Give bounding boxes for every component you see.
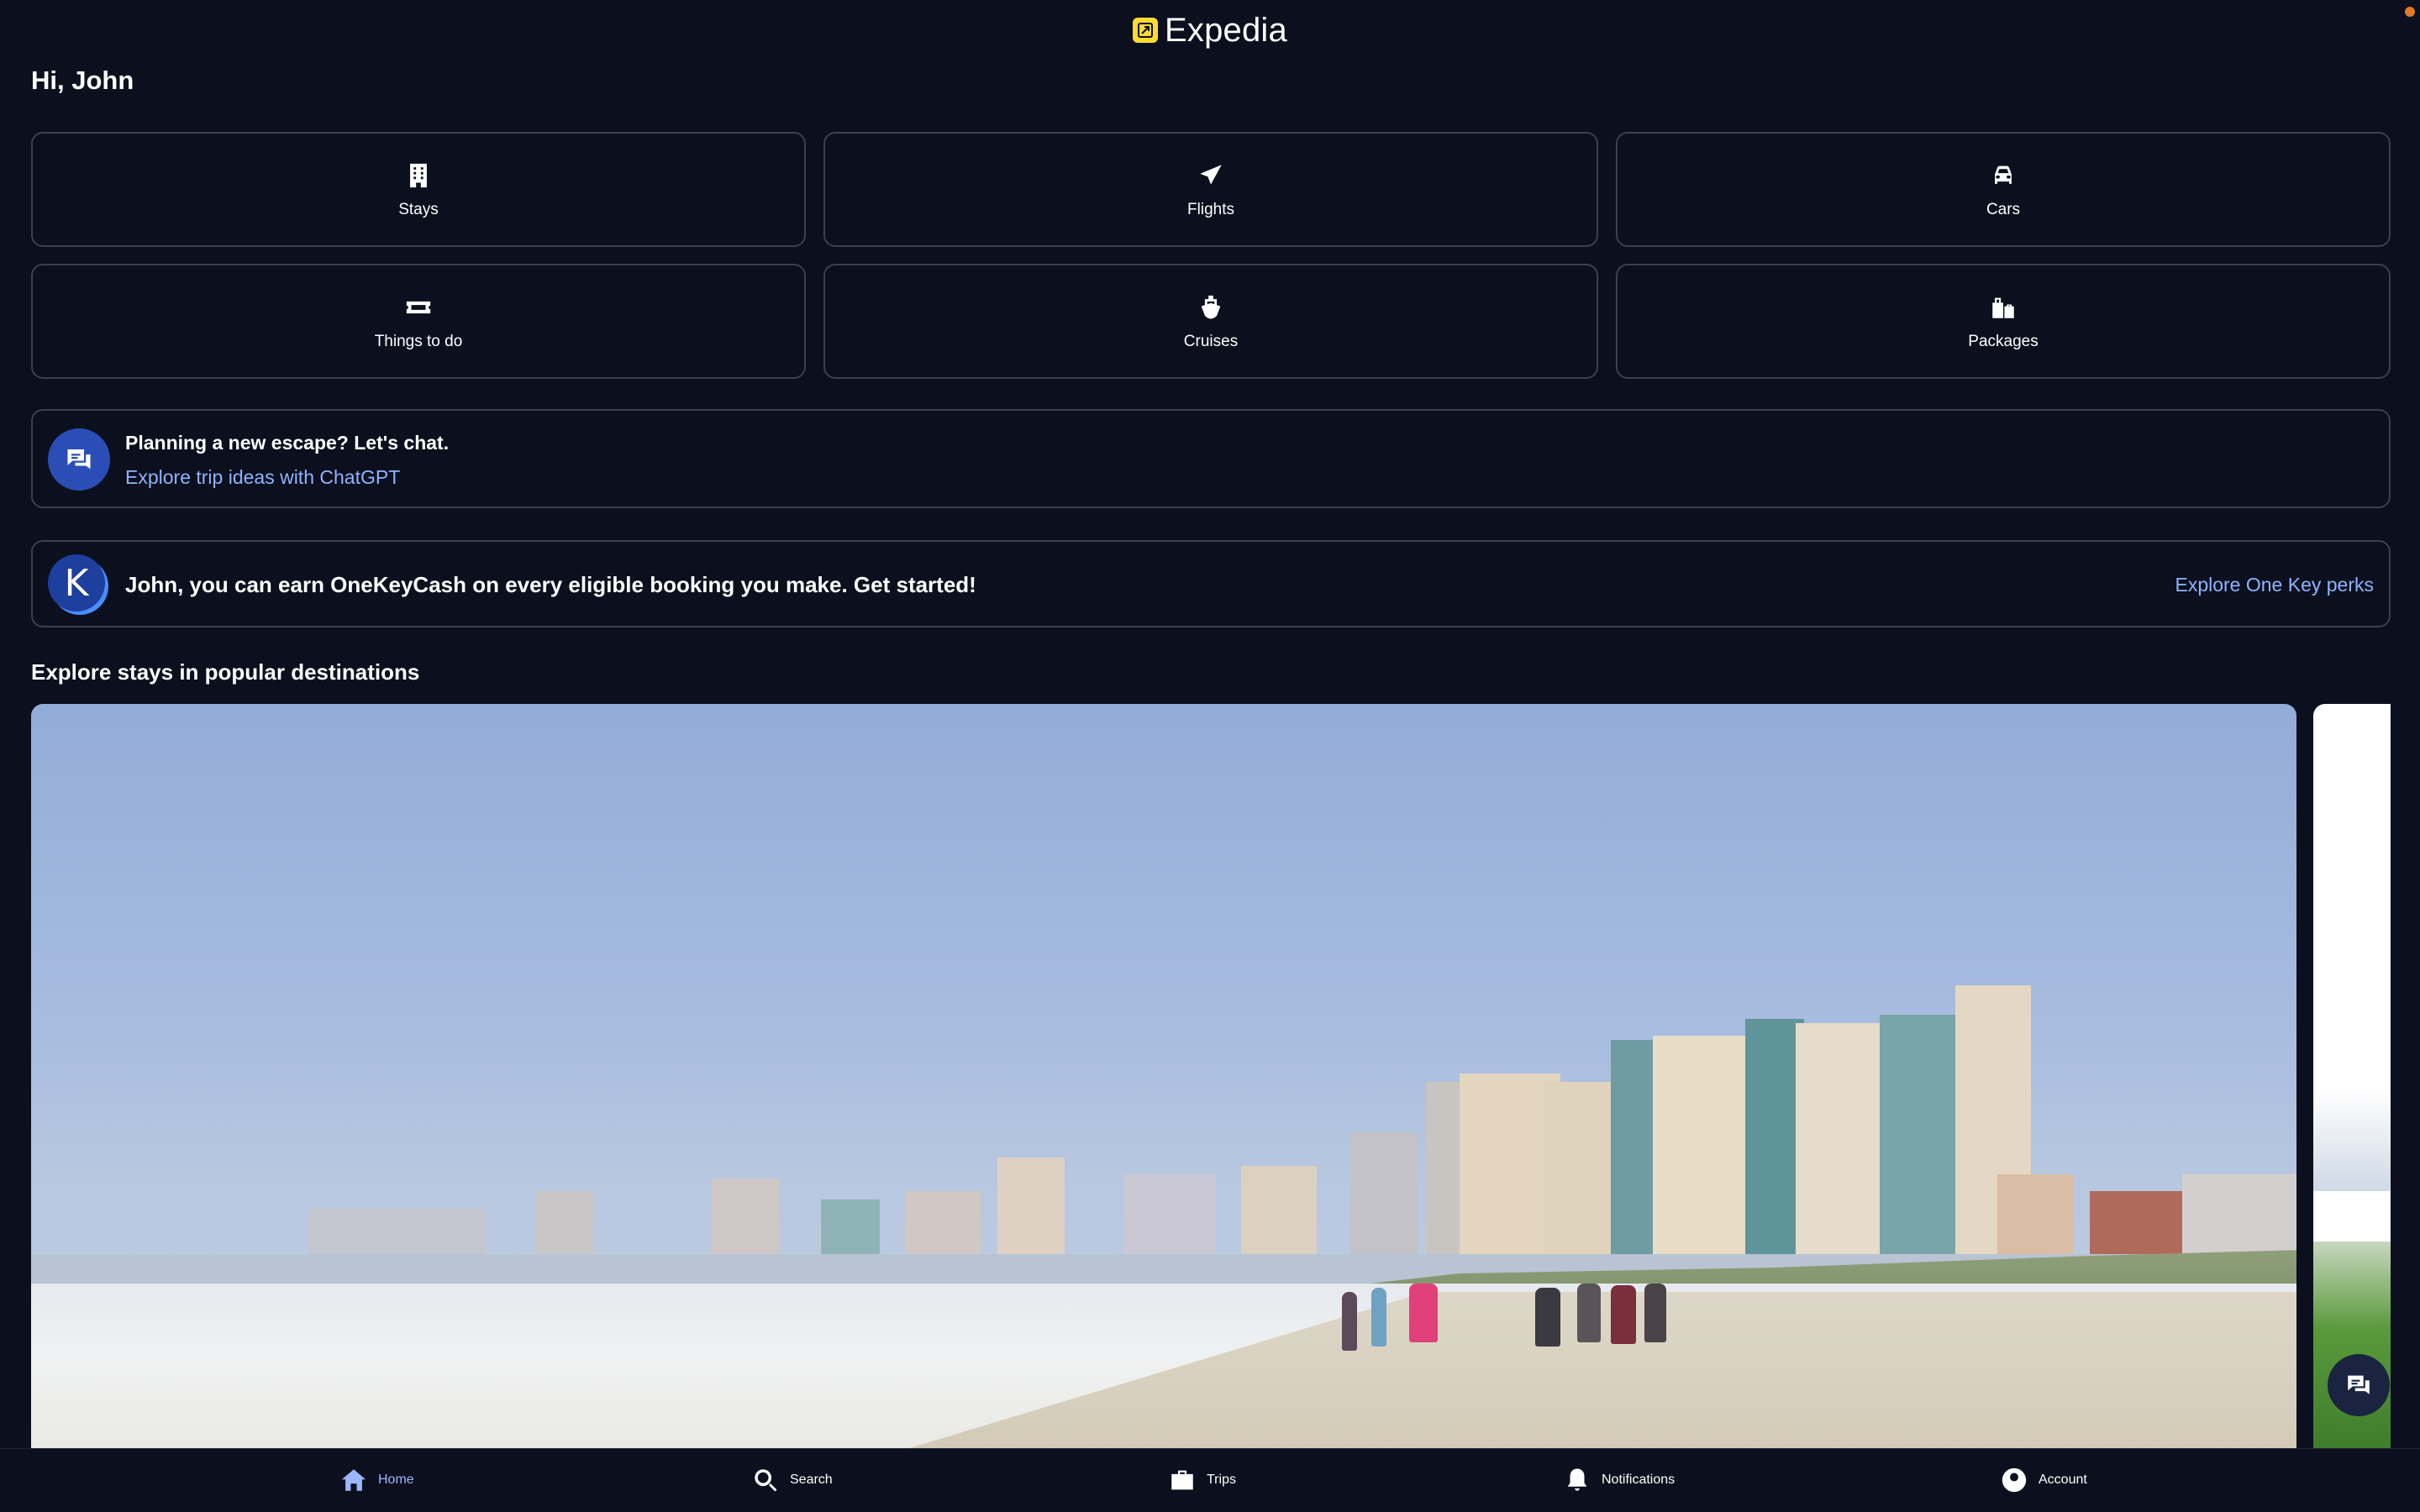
building-shape [535,1191,594,1258]
nav-home-label: Home [378,1473,414,1487]
flights-button[interactable]: Flights [823,132,1598,247]
brand-header[interactable]: Expedia [0,8,2420,52]
beachgoer [1371,1288,1386,1347]
building-shape [308,1208,485,1258]
nav-notifications-label: Notifications [1602,1473,1676,1487]
expedia-logo-icon [1133,18,1159,43]
bell-icon [1567,1468,1587,1491]
account-icon [2002,1467,2027,1493]
building-shape [712,1179,779,1258]
beachgoer [1535,1288,1560,1347]
expedia-home-page: Expedia Hi, John Stays Flights Cars Thin… [0,0,2420,1512]
explore-onekey-perks-link[interactable]: Explore One Key perks [2175,574,2374,596]
chat-banner-title: Planning a new escape? Let's chat. [125,432,450,454]
building-shape [2090,1191,2182,1258]
nav-trips-label: Trips [1207,1473,1236,1487]
destination-card-image[interactable] [31,704,2296,1460]
cruises-label: Cruises [1183,332,1239,350]
things-to-do-label: Things to do [374,332,463,350]
chat-fab-button[interactable] [2328,1354,2390,1416]
next-destination-card[interactable] [2313,704,2391,1460]
stays-label: Stays [398,200,439,218]
peek-foliage [2313,1242,2391,1460]
onekey-logo-letter: K [64,561,89,605]
cars-label: Cars [1986,200,2021,218]
nav-search-label: Search [790,1473,833,1487]
building-shape [997,1158,1065,1258]
category-grid: Stays Flights Cars Things to do Cruises [31,132,2391,379]
explore-chatgpt-link[interactable]: Explore trip ideas with ChatGPT [125,466,400,489]
onekey-logo-icon: K [48,554,105,612]
brand-name: Expedia [1165,11,1287,49]
section-title: Explore stays in popular destinations [31,659,420,685]
home-icon [341,1469,366,1491]
peek-mist [2313,1090,2391,1191]
building-shape [1997,1174,2073,1258]
nav-notifications[interactable]: Notifications [1563,1466,1675,1494]
ship-icon [1196,292,1226,323]
building-shape [1350,1132,1418,1258]
onekey-message: John, you can earn OneKeyCash on every e… [125,572,976,597]
nav-account[interactable]: Account [2000,1466,2087,1494]
beachgoer [1611,1285,1636,1344]
greeting-title: Hi, John [31,66,134,95]
beachgoer [1342,1292,1357,1351]
chat-banner[interactable]: Planning a new escape? Let's chat. Explo… [31,409,2391,508]
nav-search[interactable]: Search [751,1466,833,1494]
airplane-icon [1196,160,1226,191]
flights-label: Flights [1187,200,1234,218]
cruises-button[interactable]: Cruises [823,264,1598,379]
building-shape [905,1191,981,1258]
nav-trips[interactable]: Trips [1168,1466,1236,1494]
building-shape [1241,1166,1317,1258]
packages-button[interactable]: Packages [1616,264,2391,379]
luggage-icon [1988,292,2018,323]
nav-home[interactable]: Home [339,1466,414,1494]
building-shape [2182,1174,2296,1258]
car-icon [1988,160,2018,191]
beachgoer [1409,1284,1438,1342]
things-to-do-button[interactable]: Things to do [31,264,806,379]
packages-label: Packages [1968,332,2039,350]
chat-bubbles-icon [48,428,110,491]
chat-bubbles-icon [2348,1375,2370,1394]
recording-indicator [2405,7,2415,17]
nav-account-label: Account [2039,1473,2087,1487]
bottom-navigation: Home Search Trips Notifications Account [0,1448,2420,1512]
building-icon [403,160,434,191]
stays-button[interactable]: Stays [31,132,806,247]
building-shape [821,1200,880,1258]
building-shape [1123,1174,1216,1258]
beachgoer [1644,1284,1666,1342]
briefcase-icon [1171,1470,1193,1490]
beachgoer [1577,1284,1601,1342]
ticket-icon [403,292,434,323]
cars-button[interactable]: Cars [1616,132,2391,247]
onekey-banner[interactable]: K John, you can earn OneKeyCash on every… [31,540,2391,627]
building-shape [1796,1023,1888,1258]
search-icon [755,1469,777,1492]
